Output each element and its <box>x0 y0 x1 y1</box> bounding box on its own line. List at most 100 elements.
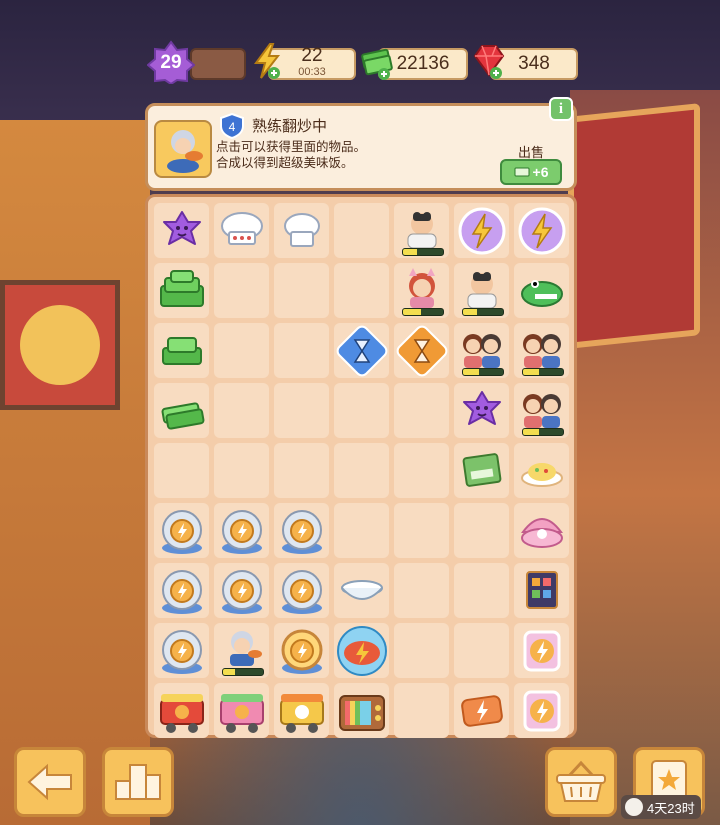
desc-line-2: 合成以得到超级美味饭。 <box>216 155 354 170</box>
board-cell[interactable] <box>274 443 329 498</box>
cash-pile-medium[interactable] <box>154 323 209 378</box>
bowl-item[interactable] <box>334 563 389 618</box>
item-progress-bar <box>462 308 504 316</box>
chef-hat-icon <box>625 798 643 816</box>
board-cell[interactable] <box>274 323 329 378</box>
board-cell[interactable] <box>394 503 449 558</box>
food-cart-item[interactable] <box>154 683 209 738</box>
board-cell[interactable] <box>394 623 449 678</box>
right-shop-sign <box>568 103 700 349</box>
energy-orb-item[interactable] <box>454 203 509 258</box>
board-cell[interactable] <box>394 683 449 738</box>
wok-big-item[interactable] <box>334 623 389 678</box>
board-cell[interactable] <box>274 263 329 318</box>
tv-item[interactable] <box>334 683 389 738</box>
hourglass-blue-item[interactable] <box>334 323 389 378</box>
gem-value: 348 <box>518 53 550 74</box>
food-cart-yellow-item[interactable] <box>274 683 329 738</box>
energy-orb-item[interactable] <box>514 203 569 258</box>
item-description: 点击可以获得里面的物品。 合成以得到超级美味饭。 <box>216 139 366 171</box>
fried-rice-item[interactable] <box>514 443 569 498</box>
purple-star-item[interactable] <box>154 203 209 258</box>
cash-small-icon <box>514 167 530 177</box>
cash-pile-small[interactable] <box>154 383 209 438</box>
shell-item[interactable] <box>514 503 569 558</box>
chef-hat-item[interactable] <box>214 203 269 258</box>
wok-capsule-item[interactable] <box>154 623 209 678</box>
board-cell[interactable] <box>214 443 269 498</box>
couple-character[interactable] <box>514 383 569 438</box>
podium-icon <box>115 764 161 800</box>
cash-value: 22136 <box>396 53 450 74</box>
chef-character[interactable] <box>394 203 449 258</box>
wok-capsule-gold-item[interactable] <box>274 623 329 678</box>
board-cell[interactable] <box>214 323 269 378</box>
wok-capsule-item[interactable] <box>154 503 209 558</box>
lightning-card-item[interactable] <box>514 683 569 738</box>
wok-capsule-item[interactable] <box>274 503 329 558</box>
item-progress-bar <box>222 668 264 676</box>
arrow-left-icon <box>27 763 72 801</box>
sell-value: +6 <box>532 164 549 180</box>
wok-capsule-item[interactable] <box>154 563 209 618</box>
chef-character[interactable] <box>454 263 509 318</box>
wok-capsule-item[interactable] <box>214 563 269 618</box>
board-cell[interactable] <box>454 563 509 618</box>
board-cell[interactable] <box>394 383 449 438</box>
board-cell[interactable] <box>394 443 449 498</box>
board-cell[interactable] <box>334 383 389 438</box>
board-cell[interactable] <box>334 203 389 258</box>
lightning-card-item[interactable] <box>514 623 569 678</box>
board-cell[interactable] <box>334 503 389 558</box>
item-info-panel: 4 熟练翻炒中 点击可以获得里面的物品。 合成以得到超级美味饭。 出售 +6 <box>145 103 577 191</box>
level-badge[interactable]: 29 <box>146 40 196 86</box>
item-progress-bar <box>402 248 444 256</box>
board-cell[interactable] <box>334 443 389 498</box>
energy-timer: 00:33 <box>298 66 326 78</box>
couple-character[interactable] <box>454 323 509 378</box>
left-stall-wall <box>0 120 150 825</box>
crocodile-item[interactable] <box>514 263 569 318</box>
svg-text:4: 4 <box>229 120 236 134</box>
board-cell[interactable] <box>454 503 509 558</box>
hourglass-orange-item[interactable] <box>394 323 449 378</box>
item-progress-bar <box>522 428 564 436</box>
shop-basket-button[interactable] <box>545 747 617 817</box>
food-cart-pink-item[interactable] <box>214 683 269 738</box>
top-resource-bar: 29 22 00:33 22136 348 <box>0 0 720 100</box>
board-cell[interactable] <box>274 383 329 438</box>
couple-character[interactable] <box>514 323 569 378</box>
ticket-item[interactable] <box>454 443 509 498</box>
board-cell[interactable] <box>214 383 269 438</box>
board-cell[interactable] <box>154 443 209 498</box>
cat-girl-character[interactable] <box>394 263 449 318</box>
desc-line-1: 点击可以获得里面的物品。 <box>216 139 367 154</box>
item-title: 熟练翻炒中 <box>252 117 328 135</box>
event-timer-badge: 4天23时 <box>621 795 701 819</box>
shield-level-icon: 4 <box>220 113 244 139</box>
cash-pile-large[interactable] <box>154 263 209 318</box>
selected-item-thumbnail <box>154 120 212 178</box>
wok-capsule-item[interactable] <box>274 563 329 618</box>
lightning-ticket-item[interactable] <box>454 683 509 738</box>
purple-star-item[interactable] <box>454 383 509 438</box>
chef-girl-character[interactable] <box>214 623 269 678</box>
board-cell[interactable] <box>454 623 509 678</box>
cash-icon <box>361 48 393 80</box>
sell-button[interactable]: +6 <box>500 159 562 185</box>
board-cell[interactable] <box>394 563 449 618</box>
duck-sign <box>0 280 120 410</box>
ranking-button[interactable] <box>102 747 174 817</box>
item-progress-bar <box>462 368 504 376</box>
back-button[interactable] <box>14 747 86 817</box>
board-cell[interactable] <box>214 263 269 318</box>
info-button[interactable]: i <box>549 97 573 121</box>
board-cell[interactable] <box>334 263 389 318</box>
lightning-icon <box>254 43 281 79</box>
wok-capsule-item[interactable] <box>214 503 269 558</box>
energy-value: 22 <box>301 45 323 66</box>
menu-board-item[interactable] <box>514 563 569 618</box>
item-progress-bar <box>402 308 444 316</box>
event-timer-text: 4天23时 <box>647 800 695 816</box>
chef-hat-small-item[interactable] <box>274 203 329 258</box>
